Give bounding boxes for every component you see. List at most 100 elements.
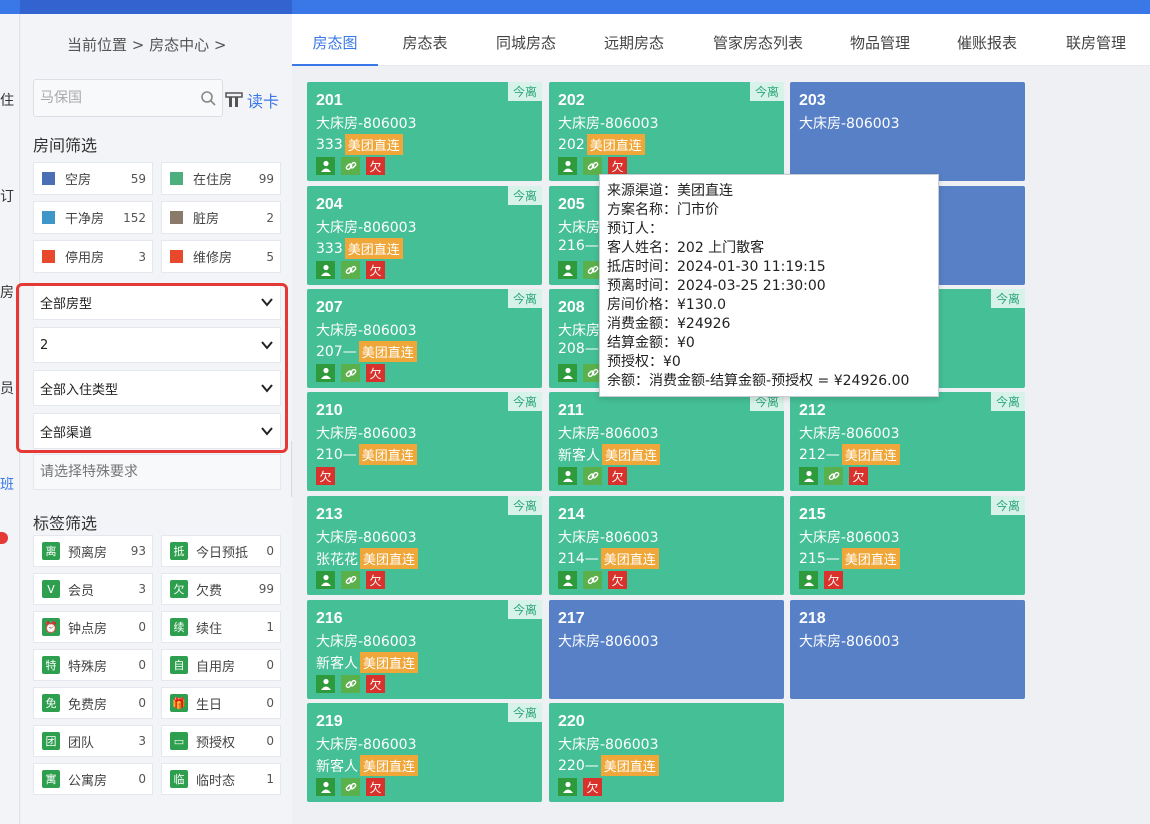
link-icon bbox=[583, 571, 602, 589]
tag-icon: 续 bbox=[170, 618, 188, 636]
tag-icon: 临 bbox=[170, 770, 188, 788]
tooltip-line: 抵店时间：2024-01-30 11:19:15 bbox=[607, 259, 826, 275]
tag-stat-item[interactable]: 续续住 1 bbox=[161, 611, 281, 643]
room-card[interactable]: 211 大床房-806003 新客人 美团直连 今离欠 bbox=[549, 392, 784, 491]
tab-item[interactable]: 物品管理 bbox=[828, 14, 932, 66]
tag-stat-item[interactable]: 抵今日预抵 0 bbox=[161, 535, 281, 567]
room-stat-item[interactable]: 脏房 2 bbox=[161, 201, 281, 234]
read-card-button[interactable]: 读卡 bbox=[225, 88, 279, 112]
guest-search-input[interactable] bbox=[34, 80, 184, 116]
tab-item[interactable]: 联房管理 bbox=[1042, 14, 1150, 66]
owe-icon: 欠 bbox=[608, 467, 627, 485]
guest-name: 202 bbox=[558, 136, 585, 153]
room-type: 大床房-806003 bbox=[316, 426, 417, 442]
tag-stat-item[interactable]: 临临时态 1 bbox=[161, 763, 281, 795]
room-card[interactable]: 219 大床房-806003 新客人 美团直连 今离欠 bbox=[307, 703, 542, 802]
room-guest-line: 333 美团直连 bbox=[316, 238, 403, 259]
left-nav-item[interactable]: 房 bbox=[0, 282, 14, 302]
guest-name: 333 bbox=[316, 240, 343, 257]
stat-count: 5 bbox=[266, 249, 274, 264]
tag-stat-item[interactable]: 欠欠费 99 bbox=[161, 573, 281, 605]
room-stat-item[interactable]: 空房 59 bbox=[33, 162, 153, 195]
room-card[interactable]: 213 大床房-806003 张花花 美团直连 今离欠 bbox=[307, 496, 542, 595]
room-stat-item[interactable]: 维修房 5 bbox=[161, 240, 281, 273]
link-icon bbox=[583, 157, 602, 175]
guest-name: 220— bbox=[558, 757, 599, 774]
room-card[interactable]: 218 大床房-806003 bbox=[790, 600, 1025, 699]
room-stat-item[interactable]: 在住房 99 bbox=[161, 162, 281, 195]
stat-label: 欠费 bbox=[196, 583, 223, 599]
channel-select[interactable]: 全部渠道 bbox=[33, 413, 281, 449]
room-guest-line: 216— bbox=[558, 238, 599, 254]
departure-badge: 今离 bbox=[507, 496, 542, 515]
stat-label: 团队 bbox=[68, 735, 95, 751]
guest-name: 张花花 bbox=[316, 551, 358, 568]
room-card[interactable]: 212 大床房-806003 212— 美团直连 今离欠 bbox=[790, 392, 1025, 491]
room-type: 大床房-806003 bbox=[558, 634, 659, 650]
room-card[interactable]: 210 大床房-806003 210— 美团直连 今离欠 bbox=[307, 392, 542, 491]
stat-label: 脏房 bbox=[193, 212, 220, 227]
floor-select[interactable]: 2 bbox=[33, 327, 281, 363]
tooltip-line: 消费金额：¥24926 bbox=[607, 316, 731, 332]
select-value: 全部渠道 bbox=[40, 425, 93, 441]
left-nav-item[interactable]: 员 bbox=[0, 378, 14, 398]
room-tooltip: 来源渠道：美团直连 方案名称：门市价 预订人： 客人姓名：202 上门散客 抵店时间：2… bbox=[599, 174, 939, 397]
tag-stat-item[interactable]: 免免费房 0 bbox=[33, 687, 153, 719]
tab-item[interactable]: 管家房态列表 bbox=[688, 14, 828, 66]
room-guest-line: 333 美团直连 bbox=[316, 134, 403, 155]
room-type: 大床房-806003 bbox=[316, 220, 417, 236]
tag-stat-item[interactable]: ▭ 预授权 0 bbox=[161, 725, 281, 757]
chevron-down-icon bbox=[261, 427, 273, 436]
person-icon bbox=[558, 261, 577, 279]
channel-tag: 美团直连 bbox=[602, 444, 661, 465]
tag-stat-item[interactable]: 自自用房 0 bbox=[161, 649, 281, 681]
tag-stat-item[interactable]: ⏰ 钟点房 0 bbox=[33, 611, 153, 643]
tag-stat-item[interactable]: 离预离房 93 bbox=[33, 535, 153, 567]
tab-item[interactable]: 远期房态 bbox=[580, 14, 688, 66]
room-card[interactable]: 207 大床房-806003 207— 美团直连 今离欠 bbox=[307, 289, 542, 388]
room-card[interactable]: 215 大床房-806003 215— 美团直连 今离欠 bbox=[790, 496, 1025, 595]
stat-label: 空房 bbox=[65, 173, 92, 188]
departure-badge: 今离 bbox=[507, 392, 542, 411]
room-card[interactable]: 204 大床房-806003 333 美团直连 今离欠 bbox=[307, 186, 542, 285]
channel-tag: 美团直连 bbox=[600, 755, 659, 776]
person-icon bbox=[799, 571, 818, 589]
room-type-select[interactable]: 全部房型 bbox=[33, 284, 281, 320]
room-number: 202 bbox=[558, 92, 585, 109]
guest-name: 216— bbox=[558, 238, 599, 254]
stat-count: 1 bbox=[266, 620, 274, 634]
tab-item[interactable]: 房态图 bbox=[292, 14, 378, 66]
tag-stat-item[interactable]: 团团队 3 bbox=[33, 725, 153, 757]
tab-item[interactable]: 催账报表 bbox=[932, 14, 1042, 66]
checkin-type-select[interactable]: 全部入住类型 bbox=[33, 370, 281, 406]
search-icon[interactable] bbox=[200, 90, 216, 106]
room-card[interactable]: 214 大床房-806003 214— 美团直连欠 bbox=[549, 496, 784, 595]
chevron-down-icon bbox=[261, 298, 273, 307]
stat-count: 3 bbox=[138, 734, 146, 748]
stat-label: 临时态 bbox=[196, 773, 236, 789]
room-number: 215 bbox=[799, 506, 826, 523]
room-card[interactable]: 201 大床房-806003 333 美团直连 今离欠 bbox=[307, 82, 542, 181]
room-stat-item[interactable]: 停用房 3 bbox=[33, 240, 153, 273]
room-card[interactable]: 220 大床房-806003 220— 美团直连欠 bbox=[549, 703, 784, 802]
tag-stat-item[interactable]: 寓公寓房 0 bbox=[33, 763, 153, 795]
main-tabs: 房态图 房态表 同城房态 远期房态 管家房态列表 物品管理 催账报表 联房管理 bbox=[292, 14, 1150, 66]
room-icons: 欠 bbox=[799, 467, 868, 485]
left-nav-item[interactable]: 住 bbox=[0, 90, 14, 110]
person-icon bbox=[799, 467, 818, 485]
tag-stat-item[interactable]: 🎁 生日 0 bbox=[161, 687, 281, 719]
special-request-input[interactable] bbox=[33, 454, 281, 490]
room-card[interactable]: 217 大床房-806003 bbox=[549, 600, 784, 699]
room-card[interactable]: 203 大床房-806003 bbox=[790, 82, 1025, 181]
room-type: 大床房-806003 bbox=[558, 426, 659, 442]
room-stat-item[interactable]: 干净房 152 bbox=[33, 201, 153, 234]
tab-item[interactable]: 同城房态 bbox=[472, 14, 580, 66]
tag-stat-item[interactable]: 特特殊房 0 bbox=[33, 649, 153, 681]
room-card[interactable]: 202 大床房-806003 202 美团直连 今离欠 bbox=[549, 82, 784, 181]
left-nav-item[interactable]: 订 bbox=[0, 186, 14, 206]
breadcrumb: 当前位置 > 房态中心 > bbox=[67, 36, 227, 54]
tab-item[interactable]: 房态表 bbox=[378, 14, 472, 66]
tag-stat-item[interactable]: V 会员 3 bbox=[33, 573, 153, 605]
room-card[interactable]: 216 大床房-806003 新客人 美团直连 今离欠 bbox=[307, 600, 542, 699]
left-nav-item[interactable]: 班 bbox=[0, 474, 14, 494]
